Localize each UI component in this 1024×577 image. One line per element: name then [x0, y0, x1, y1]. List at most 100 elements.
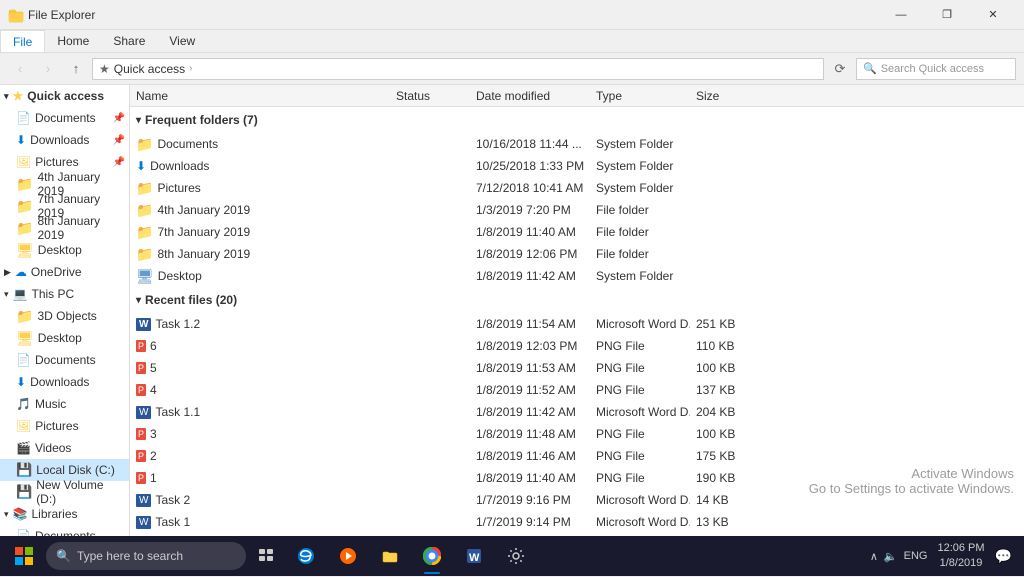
table-row[interactable]: 📁4th January 2019 1/3/2019 7:20 PM File … [130, 199, 1024, 221]
taskbar-search[interactable]: 🔍 Type here to search [46, 542, 246, 570]
file-icon: 📁 [136, 180, 153, 197]
col-header-status[interactable]: Status [390, 85, 470, 106]
section-frequent-folders[interactable]: ▾ Frequent folders (7) [130, 107, 1024, 133]
taskbar-app-settings[interactable] [496, 536, 536, 576]
section-recent-files[interactable]: ▾ Recent files (20) [130, 287, 1024, 313]
section-chevron-1: ▾ [136, 115, 141, 126]
taskbar-search-placeholder: Type here to search [77, 549, 183, 563]
desktop-icon-2: 🖥 [16, 330, 34, 347]
taskbar-app-chrome[interactable] [412, 536, 452, 576]
sidebar-item-thispc[interactable]: ▾ 💻 This PC [0, 283, 129, 305]
taskbar-tray: ∧ 🔈 ENG [870, 550, 928, 563]
png-icon-5: P [136, 450, 146, 462]
word-icon: W [136, 318, 151, 331]
sidebar-item-pictures-pc[interactable]: 🖼 Pictures [0, 415, 129, 437]
table-row[interactable]: P4 1/8/2019 11:52 AM PNG File 137 KB [130, 379, 1024, 401]
sidebar-item-3dobjects[interactable]: 📁 3D Objects [0, 305, 129, 327]
table-row[interactable]: 🖥Desktop 1/8/2019 11:42 AM System Folder [130, 265, 1024, 287]
sidebar-desktop-pc-label: Desktop [38, 331, 82, 345]
3dobjects-icon: 📁 [16, 308, 33, 325]
table-row[interactable]: 📁7th January 2019 1/8/2019 11:40 AM File… [130, 221, 1024, 243]
tray-lang-icon[interactable]: ENG [904, 550, 928, 562]
table-row[interactable]: WTask 1 1/7/2019 9:14 PM Microsoft Word … [130, 511, 1024, 533]
refresh-button[interactable]: ⟳ [828, 57, 852, 81]
pin-icon-2: 📌 [113, 135, 125, 146]
table-row[interactable]: 📁8th January 2019 1/8/2019 12:06 PM File… [130, 243, 1024, 265]
nav-up-button[interactable]: ↑ [64, 57, 88, 81]
col-header-name[interactable]: Name [130, 85, 390, 106]
documents-icon: 📄 [16, 111, 31, 125]
address-star-icon: ★ [99, 62, 110, 76]
sidebar-item-downloads-pc[interactable]: ⬇ Downloads [0, 371, 129, 393]
table-row[interactable]: 📁Pictures 7/12/2018 10:41 AM System Fold… [130, 177, 1024, 199]
file-icon: 📁 [136, 202, 153, 219]
png-icon-3: P [136, 384, 146, 396]
table-row[interactable]: WTask 1.1 1/8/2019 11:42 AM Microsoft Wo… [130, 401, 1024, 423]
nav-back-button[interactable]: ‹ [8, 57, 32, 81]
taskbar: 🔍 Type here to search [0, 536, 1024, 576]
restore-button[interactable]: ❐ [924, 0, 970, 30]
task-view-button[interactable] [248, 536, 284, 576]
table-row[interactable]: 📁Documents 10/16/2018 11:44 ... System F… [130, 133, 1024, 155]
taskbar-app-vlc[interactable] [328, 536, 368, 576]
taskbar-app-folder[interactable] [370, 536, 410, 576]
sidebar-libraries-label: Libraries [31, 507, 77, 521]
title-bar-left: File Explorer [8, 7, 878, 23]
downloads-icon-2: ⬇ [16, 375, 26, 389]
sidebar-item-libraries[interactable]: ▾ 📚 Libraries [0, 503, 129, 525]
sidebar-documents-pc-label: Documents [35, 353, 96, 367]
taskbar-app-word[interactable]: W [454, 536, 494, 576]
taskbar-app-edge[interactable] [286, 536, 326, 576]
table-row[interactable]: P5 1/8/2019 11:53 AM PNG File 100 KB [130, 357, 1024, 379]
videos-icon: 🎬 [16, 441, 31, 455]
start-button[interactable] [4, 536, 44, 576]
taskbar-clock[interactable]: 12:06 PM 1/8/2019 [931, 541, 990, 572]
sidebar-videos-label: Videos [35, 441, 71, 455]
notification-button[interactable]: 💬 [995, 548, 1012, 565]
table-row[interactable]: WTask 1.2 1/8/2019 11:54 AM Microsoft Wo… [130, 313, 1024, 335]
sidebar-item-desktop-pc[interactable]: 🖥 Desktop [0, 327, 129, 349]
downloads-icon: ⬇ [16, 133, 26, 147]
sidebar-item-documents-pc[interactable]: 📄 Documents [0, 349, 129, 371]
table-row[interactable]: P1 1/8/2019 11:40 AM PNG File 190 KB [130, 467, 1024, 489]
nav-forward-button[interactable]: › [36, 57, 60, 81]
tab-share[interactable]: Share [101, 30, 157, 52]
col-header-type[interactable]: Type [590, 85, 690, 106]
sidebar-item-downloads-pinned[interactable]: ⬇ Downloads 📌 [0, 129, 129, 151]
sidebar-item-8th-jan[interactable]: 📁 8th January 2019 [0, 217, 129, 239]
table-row[interactable]: P3 1/8/2019 11:48 AM PNG File 100 KB [130, 423, 1024, 445]
pin-icon-3: 📌 [113, 157, 125, 168]
sidebar-local-disk-c-label: Local Disk (C:) [36, 463, 115, 477]
sidebar-item-onedrive[interactable]: ▶ ☁ OneDrive [0, 261, 129, 283]
col-header-date[interactable]: Date modified [470, 85, 590, 106]
ribbon: File Home Share View [0, 30, 1024, 53]
sidebar-item-desktop-qa[interactable]: 🖥 Desktop [0, 239, 129, 261]
tab-file[interactable]: File [0, 30, 45, 52]
file-icon: ⬇ [136, 159, 146, 173]
table-row[interactable]: ⬇Downloads 10/25/2018 1:33 PM System Fol… [130, 155, 1024, 177]
tab-home[interactable]: Home [45, 30, 101, 52]
minimize-button[interactable]: — [878, 0, 924, 30]
docs-icon-2: 📄 [16, 353, 31, 367]
sidebar-item-music[interactable]: 🎵 Music [0, 393, 129, 415]
address-path[interactable]: ★ Quick access › [92, 58, 824, 80]
word-icon-3: W [136, 494, 151, 507]
sidebar-quick-access[interactable]: ▾ ★ Quick access [0, 85, 129, 107]
close-button[interactable]: ✕ [970, 0, 1016, 30]
search-box[interactable]: 🔍 Search Quick access [856, 58, 1016, 80]
table-row[interactable]: P6 1/8/2019 12:03 PM PNG File 110 KB [130, 335, 1024, 357]
sidebar-3dobjects-label: 3D Objects [37, 309, 96, 323]
sidebar-item-new-volume-d[interactable]: 💾 New Volume (D:) [0, 481, 129, 503]
desktop-icon-1: 🖥 [16, 242, 34, 259]
table-row[interactable]: P2 1/8/2019 11:46 AM PNG File 175 KB [130, 445, 1024, 467]
tray-volume-icon[interactable]: 🔈 [884, 550, 898, 563]
taskbar-right: ∧ 🔈 ENG 12:06 PM 1/8/2019 💬 [870, 541, 1020, 572]
table-row[interactable]: WTask 2 1/7/2019 9:16 PM Microsoft Word … [130, 489, 1024, 511]
sidebar-item-documents-pinned[interactable]: 📄 Documents 📌 [0, 107, 129, 129]
address-path-text: Quick access [114, 62, 185, 76]
tab-view[interactable]: View [157, 30, 207, 52]
sidebar-item-videos[interactable]: 🎬 Videos [0, 437, 129, 459]
taskbar-search-icon: 🔍 [56, 549, 71, 563]
col-header-size[interactable]: Size [690, 85, 760, 106]
tray-chevron[interactable]: ∧ [870, 550, 878, 563]
